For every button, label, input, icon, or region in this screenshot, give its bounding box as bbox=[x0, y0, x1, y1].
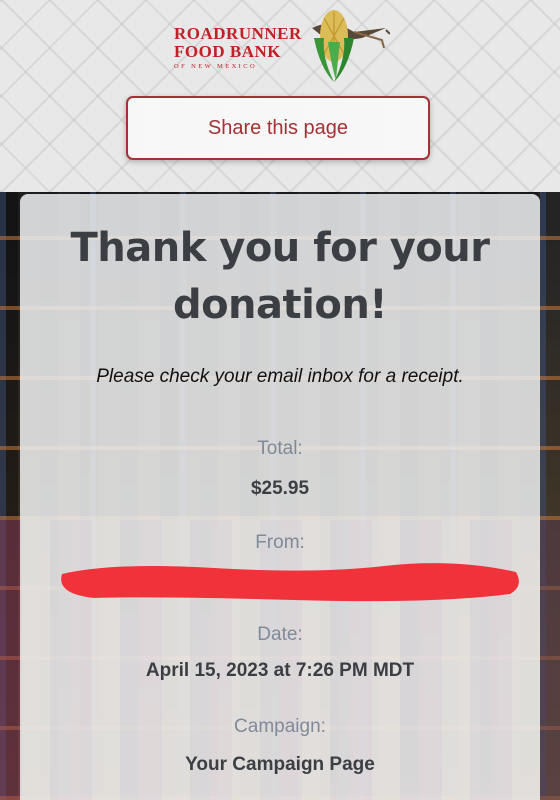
redacted-name-scribble bbox=[61, 563, 519, 602]
date-label: Date: bbox=[257, 624, 303, 645]
logo-text-line2: FOOD BANK bbox=[174, 42, 281, 61]
total-value: $25.95 bbox=[250, 478, 310, 499]
campaign-value: Your Campaign Page bbox=[185, 754, 375, 775]
corn-roadrunner-icon bbox=[312, 10, 390, 82]
from-label: From: bbox=[255, 532, 305, 553]
logo-text-line1: ROADRUNNER bbox=[174, 24, 302, 43]
page-header: ROADRUNNER FOOD BANK OF NEW MEXICO Share… bbox=[0, 0, 560, 192]
receipt-notice: Please check your email inbox for a rece… bbox=[96, 366, 464, 387]
campaign-label: Campaign: bbox=[234, 716, 326, 737]
total-label: Total: bbox=[257, 438, 303, 459]
page-title: Thank you for your donation! bbox=[70, 225, 490, 328]
date-value: April 15, 2023 at 7:26 PM MDT bbox=[145, 660, 415, 681]
roadrunner-food-bank-logo[interactable]: ROADRUNNER FOOD BANK OF NEW MEXICO bbox=[172, 8, 390, 84]
share-this-page-button[interactable]: Share this page bbox=[126, 96, 430, 160]
logo-subtext: OF NEW MEXICO bbox=[174, 63, 258, 70]
donation-confirmation-card: Thank you for your donation! Please chec… bbox=[20, 194, 540, 800]
